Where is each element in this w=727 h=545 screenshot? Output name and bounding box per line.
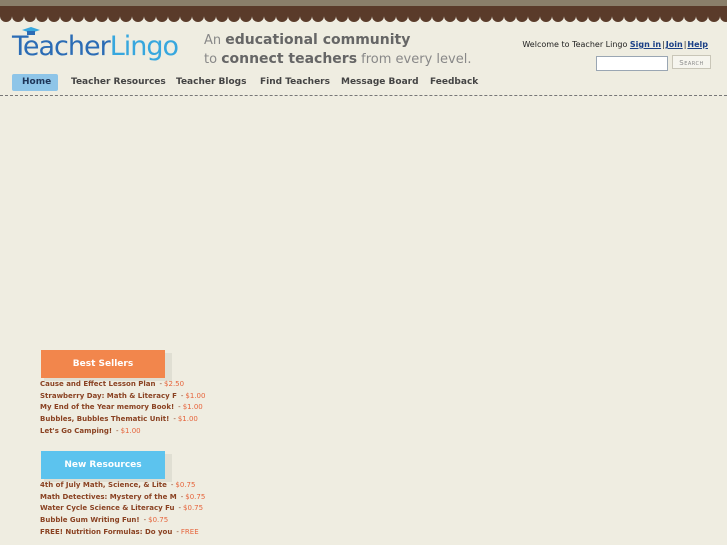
nav-teacher-blogs[interactable]: Teacher Blogs bbox=[176, 74, 246, 91]
list-item[interactable]: My End of the Year memory Book! - $1.00 bbox=[40, 402, 205, 414]
list-item[interactable]: Let's Go Camping! - $1.00 bbox=[40, 426, 205, 438]
help-link[interactable]: Help bbox=[687, 40, 708, 49]
list-item[interactable]: FREE! Nutrition Formulas: Do you - FREE bbox=[40, 527, 205, 539]
item-price: $1.00 bbox=[120, 426, 141, 435]
separator: | bbox=[662, 40, 665, 49]
item-title[interactable]: FREE! Nutrition Formulas: Do you bbox=[40, 528, 172, 536]
list-item[interactable]: Strawberry Day: Math & Literacy F - $1.00 bbox=[40, 391, 205, 403]
nav-teacher-resources[interactable]: Teacher Resources bbox=[71, 74, 166, 91]
item-price: $1.00 bbox=[182, 403, 203, 412]
list-item[interactable]: Cause and Effect Lesson Plan - $2.50 bbox=[40, 379, 205, 391]
item-title[interactable]: Water Cycle Science & Literacy Fu bbox=[40, 504, 175, 512]
item-title[interactable]: Bubbles, Bubbles Thematic Unit! bbox=[40, 415, 169, 423]
item-title[interactable]: Cause and Effect Lesson Plan bbox=[40, 380, 156, 388]
search-input[interactable] bbox=[596, 56, 668, 71]
item-price: $1.00 bbox=[185, 391, 206, 400]
list-item[interactable]: Math Detectives: Mystery of the M - $0.75 bbox=[40, 492, 205, 504]
welcome-text: Welcome to Teacher Lingo bbox=[522, 40, 628, 49]
list-item[interactable]: Water Cycle Science & Literacy Fu - $0.75 bbox=[40, 503, 205, 515]
best-sellers-list: Cause and Effect Lesson Plan - $2.50 Straw… bbox=[40, 379, 205, 438]
new-resources-list: 4th of July Math, Science, & Lite - $0.75 … bbox=[40, 480, 205, 539]
nav-feedback[interactable]: Feedback bbox=[430, 74, 478, 91]
nav-home[interactable]: Home bbox=[12, 74, 58, 91]
tagline-text: to bbox=[204, 52, 222, 67]
tagline-text: An bbox=[204, 33, 226, 48]
item-price: $0.75 bbox=[148, 516, 169, 525]
item-title[interactable]: Strawberry Day: Math & Literacy F bbox=[40, 392, 177, 400]
best-sellers-heading: Best Sellers bbox=[41, 350, 165, 378]
graduation-cap-icon bbox=[22, 27, 40, 35]
tagline-text: from every level. bbox=[357, 52, 472, 67]
welcome-bar: Welcome to Teacher Lingo Sign in|Join|He… bbox=[522, 40, 708, 49]
item-price: $2.50 bbox=[164, 380, 185, 388]
new-resources-heading-text: New Resources bbox=[64, 460, 142, 470]
nav-find-teachers[interactable]: Find Teachers bbox=[260, 74, 330, 91]
list-item[interactable]: Bubble Gum Writing Fun! - $0.75 bbox=[40, 515, 205, 527]
new-resources-heading: New Resources bbox=[41, 451, 165, 479]
item-title[interactable]: 4th of July Math, Science, & Lite bbox=[40, 481, 167, 489]
nav-divider bbox=[0, 95, 727, 96]
best-sellers-heading-text: Best Sellers bbox=[72, 359, 134, 369]
site-tagline: An educational community to connect teac… bbox=[204, 31, 471, 69]
item-title[interactable]: My End of the Year memory Book! bbox=[40, 403, 174, 411]
sign-in-link[interactable]: Sign in bbox=[630, 40, 661, 49]
list-item[interactable]: 4th of July Math, Science, & Lite - $0.75 bbox=[40, 480, 205, 492]
item-title[interactable]: Math Detectives: Mystery of the M bbox=[40, 493, 177, 501]
item-title[interactable]: Let's Go Camping! bbox=[40, 427, 112, 435]
item-title[interactable]: Bubble Gum Writing Fun! bbox=[40, 516, 140, 524]
item-price: $1.00 bbox=[177, 415, 198, 424]
item-price: $0.75 bbox=[175, 481, 196, 489]
site-logo[interactable]: TeacherLingo bbox=[12, 27, 179, 65]
item-price: $0.75 bbox=[185, 492, 206, 501]
list-item[interactable]: Bubbles, Bubbles Thematic Unit! - $1.00 bbox=[40, 414, 205, 426]
tagline-bold: educational community bbox=[225, 32, 411, 48]
separator: | bbox=[683, 40, 687, 49]
item-price: $0.75 bbox=[183, 504, 204, 513]
join-link[interactable]: Join bbox=[666, 40, 683, 49]
search-button[interactable]: Search bbox=[672, 55, 711, 69]
item-price: FREE bbox=[180, 527, 199, 536]
nav-message-board[interactable]: Message Board bbox=[341, 74, 419, 91]
tagline-bold: connect teachers bbox=[221, 51, 358, 67]
scalloped-header-band bbox=[0, 0, 727, 24]
logo-text-lingo: Lingo bbox=[109, 31, 179, 62]
